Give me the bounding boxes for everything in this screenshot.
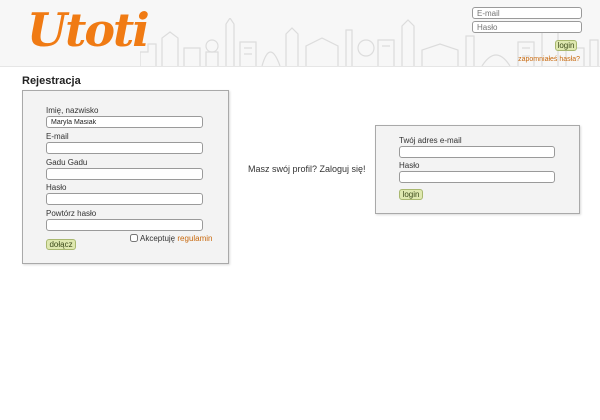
email-label: E-mail (46, 132, 69, 141)
gadu-gadu-input[interactable] (46, 168, 203, 180)
registration-title: Rejestracja (22, 75, 81, 87)
forgot-password-link[interactable]: zapomniałeś hasła? (518, 56, 580, 63)
name-input[interactable] (46, 116, 203, 128)
join-button[interactable]: dołącz (46, 239, 76, 250)
header-password-input[interactable] (472, 21, 582, 33)
name-label: Imię, nazwisko (46, 106, 99, 115)
repeat-password-label: Powtórz hasło (46, 209, 97, 218)
login-prompt-text: Masz swój profil? Zaloguj się! (248, 164, 366, 174)
utoti-logo[interactable]: Utoti (27, 2, 150, 58)
password-label: Hasło (46, 183, 67, 192)
repeat-password-input[interactable] (46, 219, 203, 231)
login-email-label: Twój adres e-mail (399, 136, 462, 145)
header-login-button[interactable]: login (555, 40, 577, 51)
password-input[interactable] (46, 193, 203, 205)
registration-panel: Imię, nazwisko E-mail Gadu Gadu Hasło Po… (22, 90, 229, 264)
login-password-input[interactable] (399, 171, 555, 183)
login-panel: Twój adres e-mail Hasło login (375, 125, 580, 214)
site-header: Utoti login zapomniałeś hasła? (0, 0, 600, 67)
accept-terms-label: Akceptuję (140, 234, 176, 243)
login-email-input[interactable] (399, 146, 555, 158)
terms-link[interactable]: regulamin (177, 234, 212, 243)
gadu-gadu-label: Gadu Gadu (46, 158, 88, 167)
accept-terms-checkbox[interactable] (130, 234, 138, 242)
login-password-label: Hasło (399, 161, 420, 170)
email-input[interactable] (46, 142, 203, 154)
login-button[interactable]: login (399, 189, 423, 200)
header-login-form (472, 7, 584, 35)
accept-terms: Akceptuję regulamin (130, 234, 213, 243)
header-email-input[interactable] (472, 7, 582, 19)
